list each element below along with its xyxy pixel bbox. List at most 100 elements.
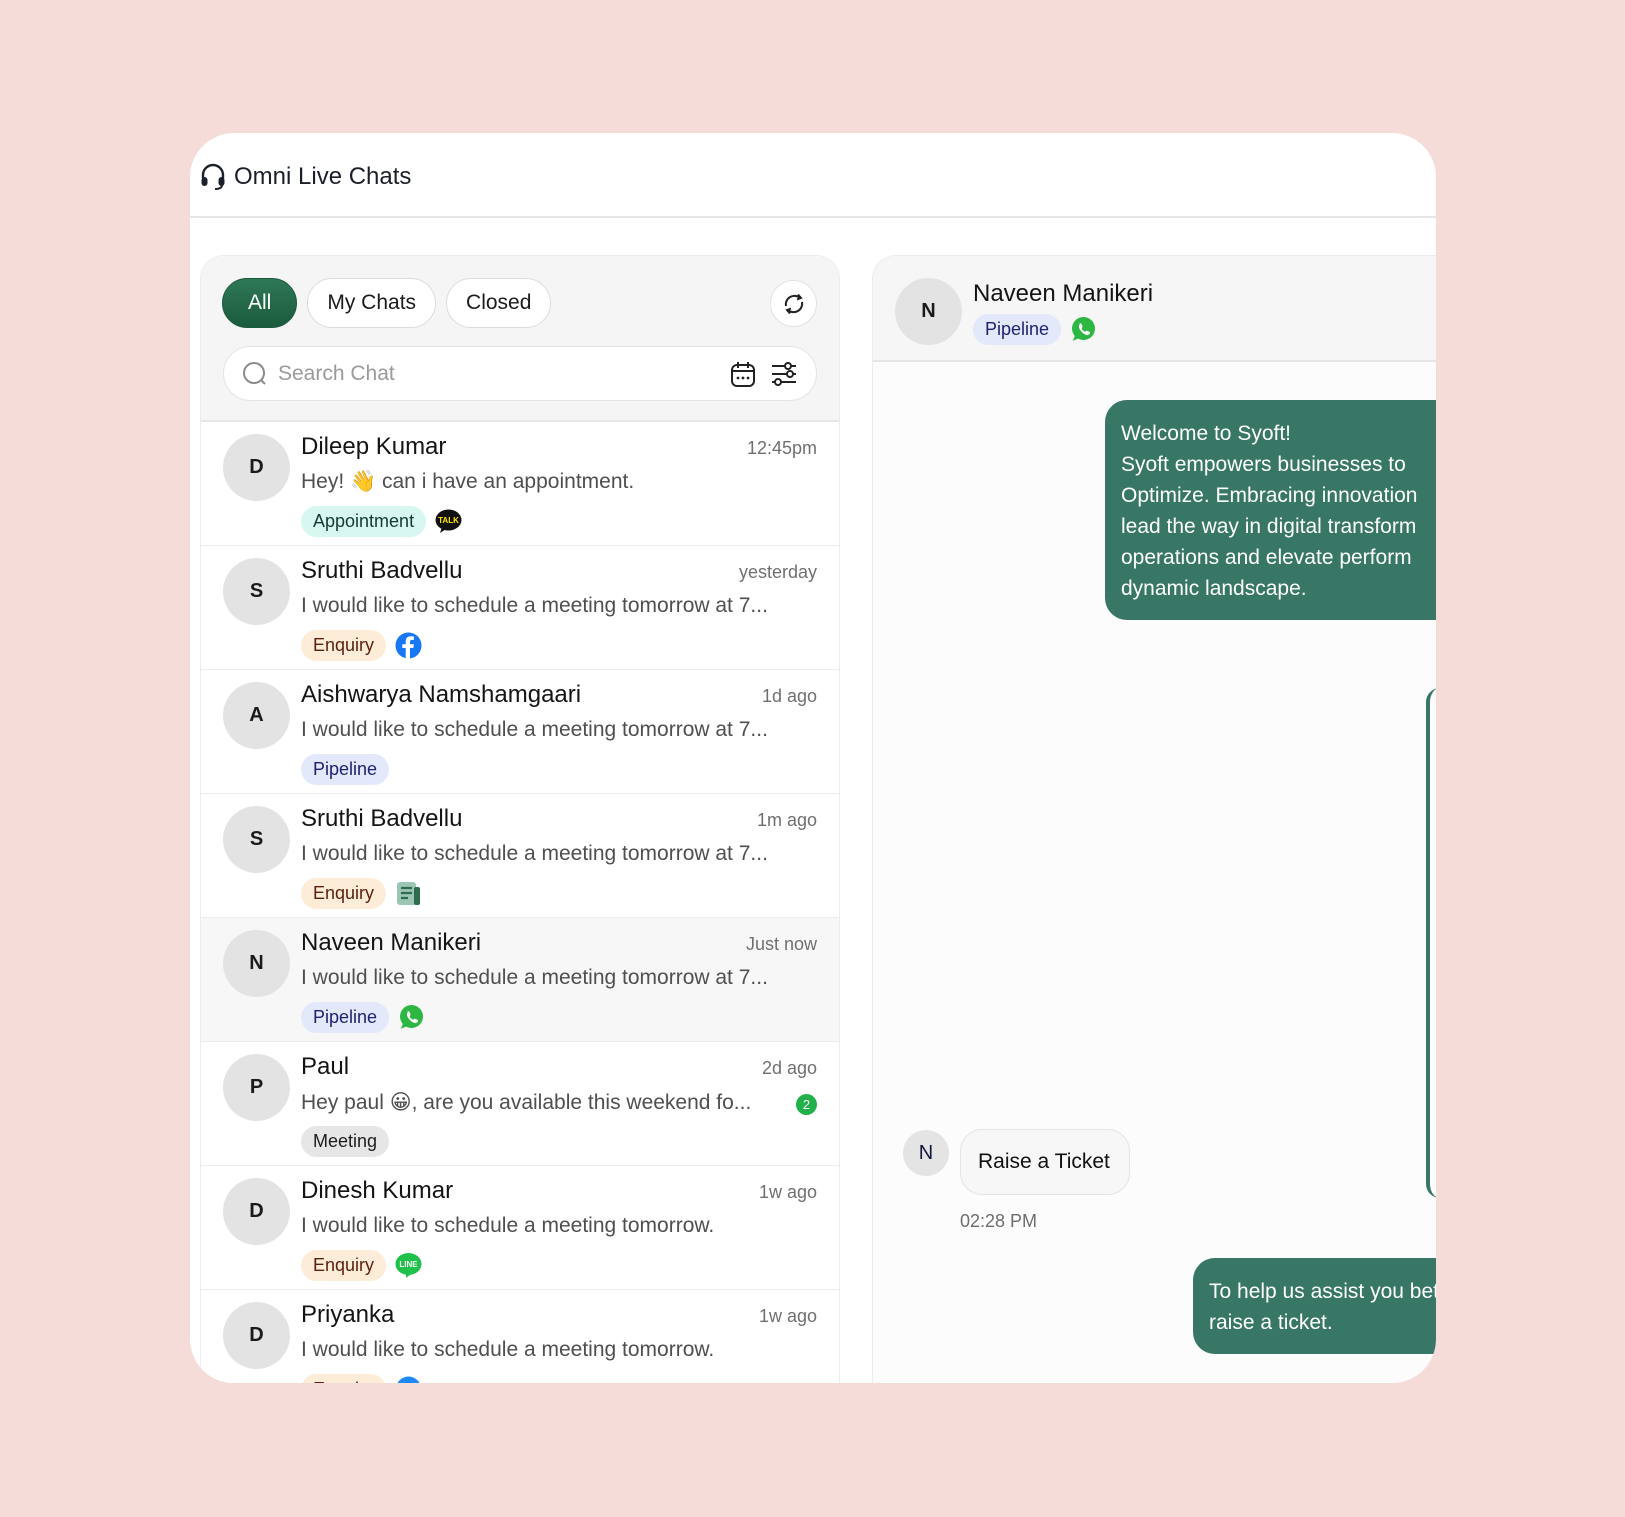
channel-icon — [398, 1004, 425, 1031]
message-line: operations and elevate perform — [1121, 546, 1412, 569]
message-line: To help us assist you better, pl — [1209, 1280, 1436, 1303]
avatar: S — [223, 806, 290, 873]
avatar: D — [223, 1178, 290, 1245]
timestamp: Just now — [745, 934, 817, 954]
channel-icon: LINE — [395, 1252, 422, 1279]
contact-name: Paul — [301, 1053, 350, 1080]
chat-meta: Meeting — [301, 1126, 390, 1157]
tab-all[interactable]: All — [222, 278, 298, 328]
top-bar: Omni Live Chats — [190, 133, 1436, 218]
contact-name: Priyanka — [301, 1301, 395, 1328]
chat-list-item[interactable]: P Paul 2d ago Hey paul 😀, are you available… — [201, 1042, 839, 1166]
svg-text:LINE: LINE — [399, 1260, 418, 1269]
contact-name: Naveen Manikeri — [301, 929, 482, 956]
channel-icon — [395, 632, 422, 659]
avatar: D — [223, 1302, 290, 1369]
tag-label: Pipeline — [301, 754, 390, 785]
chat-meta: Enquiry — [301, 1374, 422, 1383]
chat-list-item[interactable]: A Aishwarya Namshamgaari 1d ago I would lik… — [201, 670, 839, 794]
chat-list-item[interactable]: D Dileep Kumar 12:45pm Hey! 👋 can i have an… — [201, 422, 839, 546]
contact-tag: Pipeline — [973, 314, 1062, 345]
facebook-icon — [395, 632, 422, 659]
calendar-icon — [731, 361, 755, 387]
filter-tabs: All My Chats Closed — [222, 278, 552, 328]
whatsapp-icon — [1072, 317, 1096, 341]
message-preview: I would like to schedule a meeting tomor… — [301, 842, 768, 865]
chat-list-panel: All My Chats Closed Search Chat D Dileep… — [200, 255, 840, 1383]
message-line: Optimize. Embracing innovation — [1121, 484, 1418, 507]
chat-list-item[interactable]: S Sruthi Badvellu 1m ago I would like to sc… — [201, 794, 839, 918]
channel-icon: TALK — [435, 508, 462, 535]
contact-name: Sruthi Badvellu — [301, 557, 463, 584]
message-preview: I would like to schedule a meeting tomor… — [301, 1214, 715, 1237]
message-preview: I would like to schedule a meeting tomor… — [301, 1338, 715, 1361]
sender-avatar: N — [903, 1130, 949, 1176]
message-line: Welcome to Syoft! — [1121, 422, 1292, 445]
tag-label: Enquiry — [301, 878, 387, 909]
message-line: raise a ticket. — [1209, 1311, 1333, 1334]
tag-label: Enquiry — [301, 1250, 387, 1281]
message-preview: I would like to schedule a meeting tomor… — [301, 966, 768, 989]
tag-label: Pipeline — [301, 1002, 390, 1033]
forms-icon — [397, 882, 421, 905]
contact-name: Dinesh Kumar — [301, 1177, 454, 1204]
timestamp: 2d ago — [761, 1058, 817, 1078]
timestamp: 1w ago — [758, 1306, 817, 1326]
timestamp: 12:45pm — [746, 438, 817, 458]
contact-name: Dileep Kumar — [301, 433, 447, 460]
message-line: Syoft empowers businesses to — [1121, 453, 1406, 476]
search-icon — [243, 361, 266, 385]
whatsapp-icon — [400, 1005, 424, 1029]
message-line: dynamic landscape. — [1121, 577, 1307, 600]
channel-icon — [395, 880, 422, 907]
timestamp: 1w ago — [758, 1182, 817, 1202]
svg-text:TALK: TALK — [438, 516, 459, 525]
timestamp: 1d ago — [761, 686, 817, 706]
chat-meta: Enquiry — [301, 878, 422, 909]
avatar: S — [223, 558, 290, 625]
timestamp: yesterday — [738, 562, 817, 582]
message-bubble-outgoing: Welcome to Syoft! Syoft empowers busines… — [1105, 400, 1436, 620]
message-preview: Hey! 👋 can i have an appointment. — [301, 470, 635, 493]
contact-name: Sruthi Badvellu — [301, 805, 463, 832]
chat-list-header: All My Chats Closed — [201, 256, 839, 422]
unread-badge: 2 — [796, 1094, 817, 1115]
message-bubble-incoming: Raise a Ticket — [960, 1129, 1130, 1195]
chat-list-item[interactable]: S Sruthi Badvellu yesterday I would like to… — [201, 546, 839, 670]
search-input[interactable] — [278, 361, 716, 386]
chat-meta: Enquiry LINE — [301, 1250, 422, 1281]
filter-button[interactable] — [770, 361, 798, 387]
message-line: lead the way in digital transform — [1121, 515, 1417, 538]
chat-meta: Appointment TALK — [301, 506, 462, 537]
tag-label: Enquiry — [301, 1374, 387, 1383]
refresh-icon — [784, 293, 803, 314]
search-bar — [223, 346, 817, 401]
chat-list-item[interactable]: D Priyanka 1w ago I would like to schedule … — [201, 1290, 839, 1383]
message-time: 02:28 PM — [960, 1211, 1038, 1231]
tag-label: Enquiry — [301, 630, 387, 661]
message-bubble-edge — [1426, 688, 1436, 1198]
contact-avatar: N — [895, 278, 962, 345]
avatar: D — [223, 434, 290, 501]
chat-list-item[interactable]: N Naveen Manikeri Just now I would like to … — [201, 918, 839, 1042]
timestamp: 1m ago — [756, 810, 817, 830]
chat-meta: Pipeline — [301, 1002, 425, 1033]
calendar-button[interactable] — [730, 360, 756, 388]
sliders-icon — [772, 361, 796, 386]
app-window: Omni Live Chats All My Chats Closed Sear… — [190, 133, 1436, 1383]
line-icon: LINE — [395, 1253, 422, 1278]
kakaotalk-icon: TALK — [435, 509, 462, 533]
tab-my-chats[interactable]: My Chats — [307, 278, 437, 328]
contact-name: Aishwarya Namshamgaari — [301, 681, 582, 708]
message-preview: Hey paul 😀, are you available this weeke… — [301, 1091, 752, 1114]
chat-list: D Dileep Kumar 12:45pm Hey! 👋 can i have an… — [201, 422, 839, 1383]
chat-list-item[interactable]: D Dinesh Kumar 1w ago I would like to sched… — [201, 1166, 839, 1290]
tag-label: Meeting — [301, 1126, 390, 1157]
chat-meta: Enquiry — [301, 630, 422, 661]
refresh-button[interactable] — [770, 280, 817, 327]
tab-closed[interactable]: Closed — [446, 278, 552, 328]
tag-label: Appointment — [301, 506, 427, 537]
messenger-icon — [397, 1376, 420, 1383]
channel-icon — [395, 1376, 422, 1383]
message-bubble-outgoing: To help us assist you better, pl raise a… — [1193, 1258, 1436, 1354]
